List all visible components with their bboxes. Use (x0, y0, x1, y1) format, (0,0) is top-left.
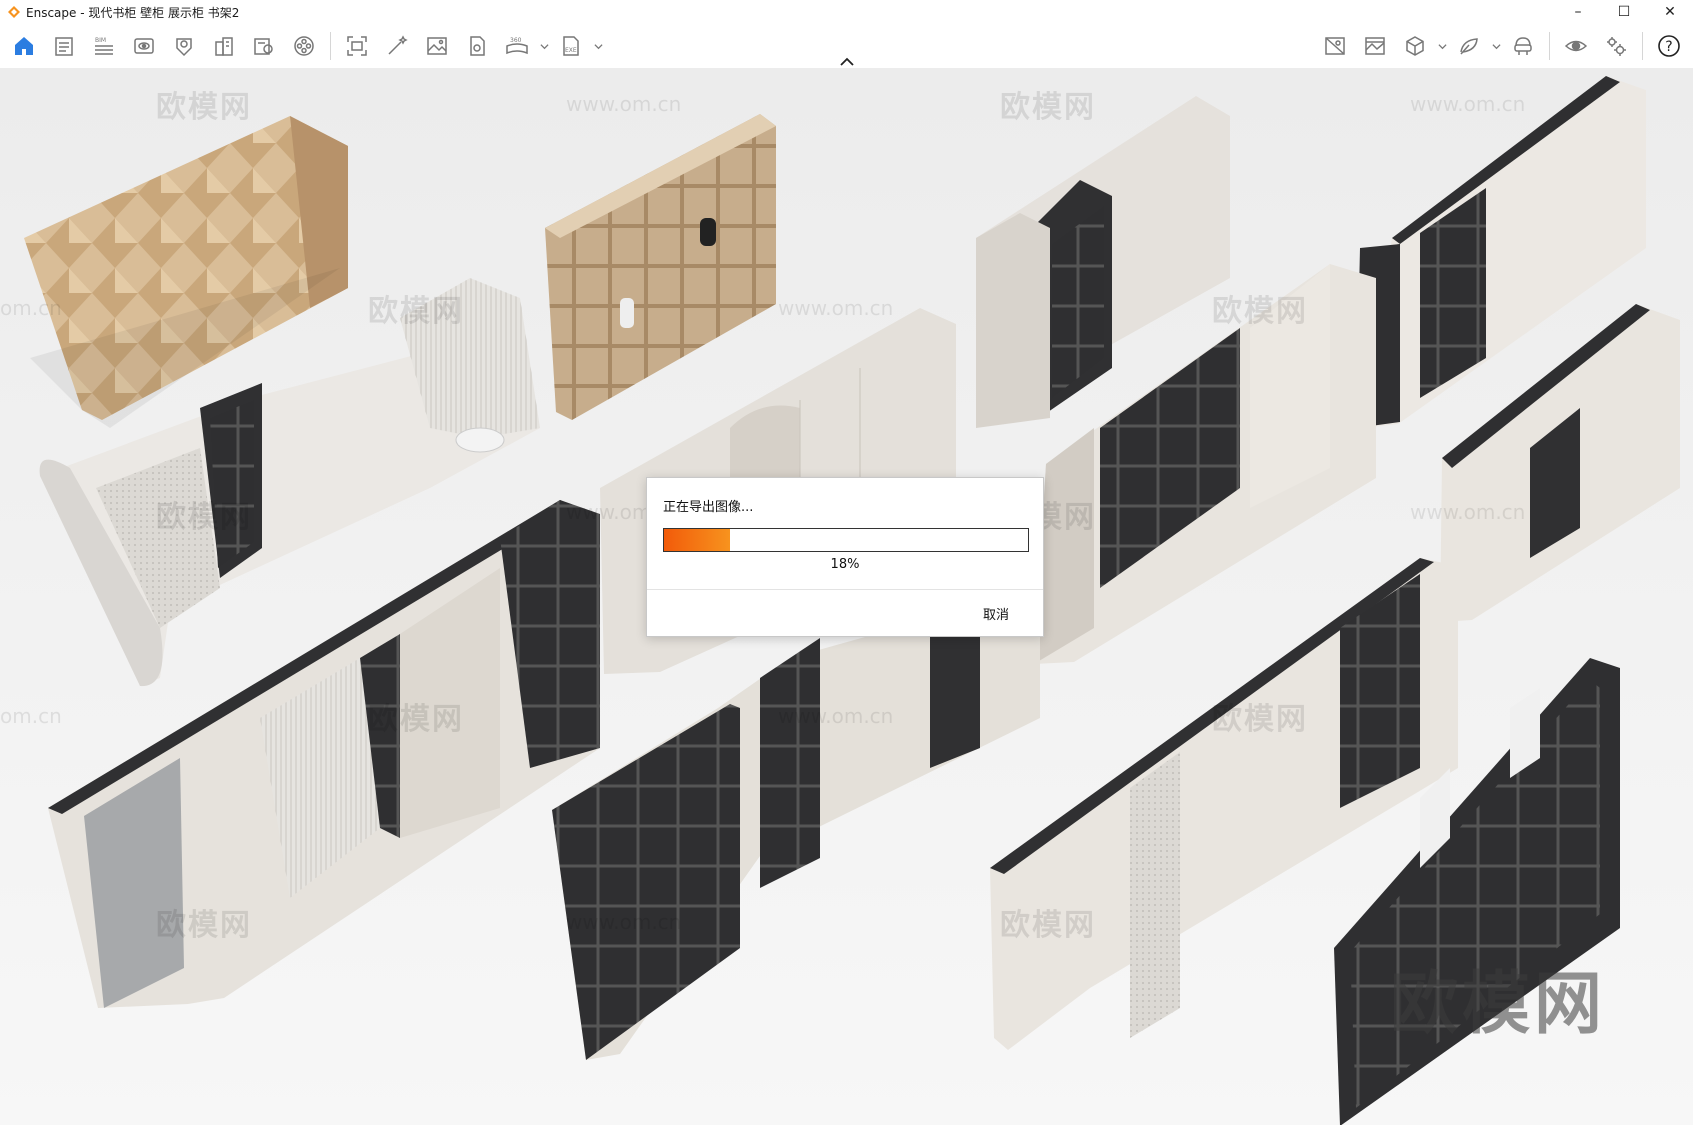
screenshot-button[interactable] (337, 26, 377, 66)
watermark-url: om.cn (0, 704, 62, 728)
settings-icon (1607, 37, 1626, 56)
help-icon: ? (1658, 35, 1680, 57)
live-link-icon (1460, 38, 1478, 55)
chevron-down-icon (539, 43, 549, 49)
minimize-button[interactable]: – (1555, 0, 1601, 24)
svg-text:?: ? (1665, 39, 1672, 55)
watermark-url: www.om.cn (1410, 92, 1526, 116)
export-status-message: 正在导出图像... (663, 500, 754, 515)
visual-settings-icon (134, 38, 154, 54)
watermark-logo: 欧模网 (156, 908, 252, 943)
atmosphere-icon (176, 38, 192, 57)
chevron-down-icon (1437, 43, 1447, 49)
home-icon (15, 37, 33, 55)
asset-library-button[interactable] (244, 26, 284, 66)
exe-export-icon: EXE (563, 36, 579, 56)
gallery-icon (1365, 37, 1385, 55)
panorama-360-icon: 360 (506, 37, 528, 55)
toolbar-separator (1549, 32, 1550, 60)
settings-button[interactable] (1596, 26, 1636, 66)
close-button[interactable]: ✕ (1647, 0, 1693, 24)
watermark-logo: 欧模网 (1212, 294, 1308, 329)
visual-settings-button[interactable] (124, 26, 164, 66)
live-link-button[interactable] (1449, 26, 1489, 66)
svg-text:360: 360 (510, 37, 522, 44)
buildings-icon (215, 37, 233, 56)
watermark-logo: 欧模网 (156, 500, 252, 535)
cube-view-icon (1406, 36, 1424, 56)
watermark-url: www.om.cn (566, 910, 682, 934)
title-bar: Enscape - 现代书柜 壁柜 展示柜 书架2 – ☐ ✕ (0, 0, 1693, 24)
cube-dropdown-caret[interactable] (1435, 26, 1449, 66)
magic-edit-button[interactable] (377, 26, 417, 66)
panorama-dropdown-caret[interactable] (537, 26, 551, 66)
watermark-logo: 欧模网 (1212, 702, 1308, 737)
asset-library-icon (254, 38, 273, 55)
chevron-down-icon (1491, 43, 1501, 49)
maximize-button[interactable]: ☐ (1601, 0, 1647, 24)
magic-edit-icon (388, 35, 408, 55)
watermark-url: www.om.cn (1410, 500, 1526, 524)
watermark-url: www.om.cn (566, 92, 682, 116)
window-controls: – ☐ ✕ (1555, 0, 1693, 24)
chevron-up-icon (840, 57, 854, 66)
video-editor-button[interactable] (284, 26, 324, 66)
home-button[interactable] (4, 26, 44, 66)
bim-button[interactable]: BIM (84, 26, 124, 66)
gallery-button[interactable] (1355, 26, 1395, 66)
svg-text:EXE: EXE (565, 47, 577, 54)
export-progress-bar (663, 528, 1029, 552)
batch-render-button[interactable] (457, 26, 497, 66)
watermark-big-logo: 欧模网 (1390, 965, 1607, 1044)
chevron-down-icon (593, 43, 603, 49)
screenshot-icon (347, 36, 367, 56)
watermark-url: www.om.cn (778, 704, 894, 728)
watermark-url: www.om.cn (778, 296, 894, 320)
panorama-360-button[interactable]: 360 (497, 26, 537, 66)
video-editor-icon (294, 36, 314, 56)
exe-dropdown-caret[interactable] (591, 26, 605, 66)
dialog-divider (647, 589, 1043, 590)
toolbar-left-group: BIM 360 EXE (4, 24, 605, 68)
buildings-button[interactable] (204, 26, 244, 66)
cube-view-button[interactable] (1395, 26, 1435, 66)
watermark-logo: 欧模网 (1000, 90, 1096, 125)
toolbar-separator (330, 32, 331, 60)
eye-icon (1564, 40, 1588, 52)
views-icon (1325, 37, 1345, 55)
watermark-logo: 欧模网 (1000, 908, 1096, 943)
bim-icon: BIM (95, 37, 113, 55)
exe-export-button[interactable]: EXE (551, 26, 591, 66)
eye-button[interactable] (1556, 26, 1596, 66)
toolbar-separator (1642, 32, 1643, 60)
notes-icon (55, 37, 73, 56)
image-export-icon (427, 37, 447, 55)
views-button[interactable] (1315, 26, 1355, 66)
vr-headset-button[interactable] (1503, 26, 1543, 66)
toolbar-right-group: ? (1315, 24, 1689, 68)
vr-headset-icon (1514, 37, 1532, 55)
window-title: Enscape - 现代书柜 壁柜 展示柜 书架2 (26, 5, 240, 20)
notes-button[interactable] (44, 26, 84, 66)
export-progress-dialog: 正在导出图像... 18% 取消 (646, 477, 1044, 637)
progress-fill (664, 529, 730, 551)
link-dropdown-caret[interactable] (1489, 26, 1503, 66)
image-export-button[interactable] (417, 26, 457, 66)
enscape-logo-icon (6, 4, 22, 20)
svg-text:BIM: BIM (95, 37, 106, 44)
collapse-toolbar-button[interactable] (838, 54, 856, 68)
help-button[interactable]: ? (1649, 26, 1689, 66)
watermark-url: om.cn (0, 296, 62, 320)
progress-percent-label: 18% (830, 557, 860, 572)
batch-render-icon (470, 36, 485, 56)
watermark-logo: 欧模网 (368, 294, 464, 329)
atmosphere-button[interactable] (164, 26, 204, 66)
watermark-logo: 欧模网 (156, 90, 252, 125)
cancel-button[interactable]: 取消 (983, 604, 1009, 623)
watermark-logo: 欧模网 (368, 702, 464, 737)
